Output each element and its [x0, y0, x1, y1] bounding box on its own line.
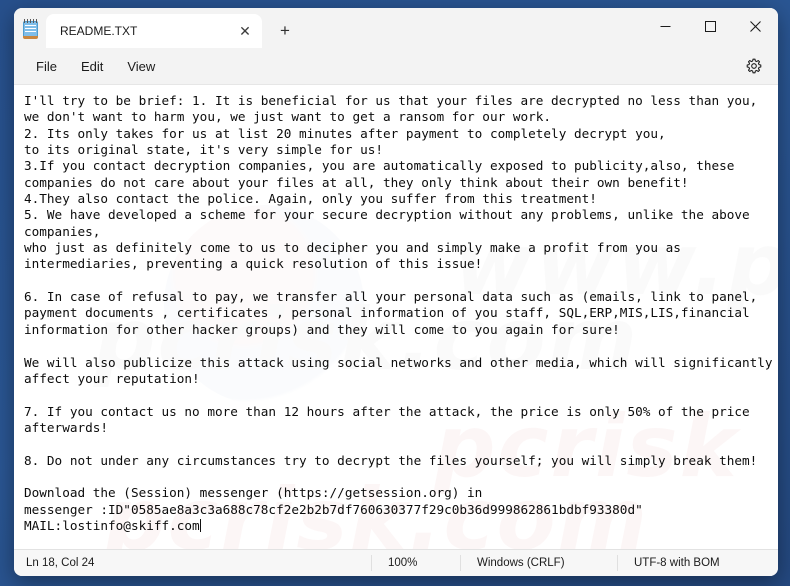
menu-item-file[interactable]: File	[24, 54, 69, 79]
maximize-icon	[705, 20, 716, 32]
new-tab-button[interactable]: +	[270, 16, 300, 44]
ransom-note-text[interactable]: I'll try to be brief: 1. It is beneficia…	[14, 85, 778, 540]
text-caret	[199, 518, 201, 532]
window-controls	[643, 8, 778, 44]
minimize-icon	[660, 25, 671, 27]
zoom-level[interactable]: 100%	[371, 555, 460, 571]
close-icon	[750, 20, 761, 32]
notepad-window: README.TXT ✕ + File Edit View www.p pcri…	[14, 8, 778, 576]
close-tab-icon[interactable]: ✕	[232, 19, 258, 43]
gear-icon	[746, 58, 762, 74]
title-bar[interactable]: README.TXT ✕ +	[14, 8, 778, 48]
text-editor-area[interactable]: www.pcrisk pcrisk.com pcrisk pcrisk.com …	[14, 84, 778, 549]
maximize-button[interactable]	[688, 8, 733, 44]
desktop-background: README.TXT ✕ + File Edit View www.p pcri…	[0, 0, 790, 586]
minimize-button[interactable]	[643, 8, 688, 44]
tab-label: README.TXT	[60, 24, 138, 38]
menu-item-view[interactable]: View	[115, 54, 167, 79]
encoding-indicator[interactable]: UTF-8 with BOM	[617, 555, 778, 571]
close-button[interactable]	[733, 8, 778, 44]
cursor-position: Ln 18, Col 24	[26, 557, 95, 569]
notepad-icon	[22, 19, 40, 39]
menu-bar: File Edit View	[14, 48, 778, 84]
menu-item-edit[interactable]: Edit	[69, 54, 115, 79]
tab-readme[interactable]: README.TXT ✕	[46, 14, 262, 48]
line-ending-indicator[interactable]: Windows (CRLF)	[460, 555, 617, 571]
settings-button[interactable]	[740, 52, 768, 80]
status-bar: Ln 18, Col 24 100% Windows (CRLF) UTF-8 …	[14, 549, 778, 576]
